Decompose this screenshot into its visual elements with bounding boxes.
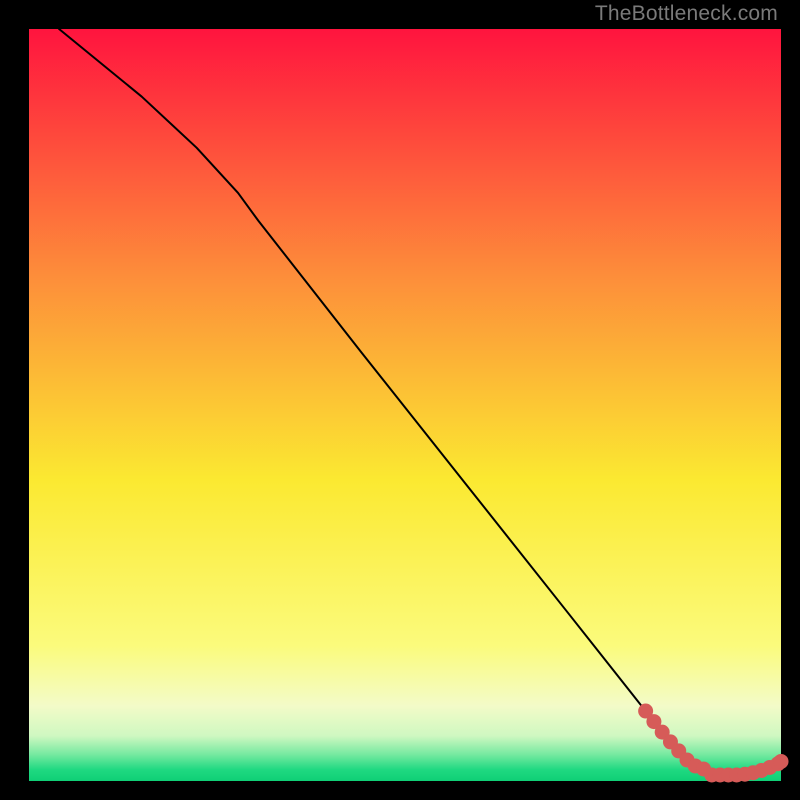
chart-container: TheBottleneck.com bbox=[0, 0, 800, 800]
chart-bg bbox=[29, 29, 781, 781]
watermark-text: TheBottleneck.com bbox=[595, 2, 778, 26]
marker-highlight-dots bbox=[774, 754, 789, 769]
plot-area bbox=[29, 29, 789, 782]
chart-svg bbox=[0, 0, 800, 800]
